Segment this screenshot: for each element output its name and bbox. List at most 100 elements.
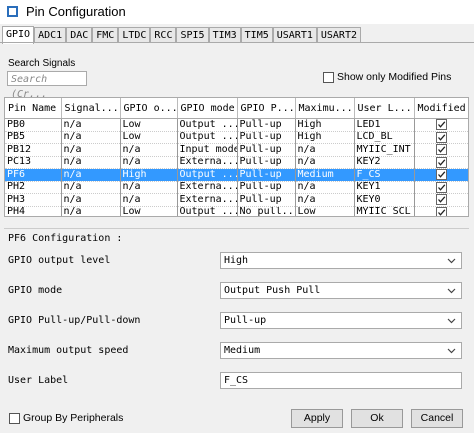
gpio-pull-cell: Pull-up	[237, 156, 296, 169]
app-icon	[7, 6, 18, 17]
col-modified[interactable]: Modified	[414, 98, 468, 119]
chevron-down-icon	[447, 348, 456, 354]
table-row[interactable]: PB0 n/a Low Output ... Pull-up High LED1	[5, 118, 468, 132]
table-header-row: Pin Name Signal... GPIO o... GPIO mode G…	[5, 98, 468, 119]
tab-tim3[interactable]: TIM3	[208, 27, 241, 43]
table-row[interactable]: PB12 n/a n/a Input mode Pull-up n/a MYIIC_INT	[5, 143, 468, 157]
gpio-mode-cell: Output ...	[177, 131, 238, 144]
max-speed-cell: Medium	[295, 168, 355, 182]
col-gpio-output[interactable]: GPIO o...	[120, 98, 178, 119]
modified-cell	[414, 168, 468, 182]
gpio-output-cell: Low	[120, 131, 178, 144]
gpio-mode-cell: Externa...	[177, 156, 238, 169]
signal-cell: n/a	[61, 118, 121, 132]
pull-select[interactable]: Pull-up	[220, 312, 462, 329]
output-level-label: GPIO output level	[8, 255, 111, 266]
signal-cell: n/a	[61, 193, 121, 207]
signal-cell: n/a	[61, 156, 121, 169]
checkmark-icon	[437, 171, 445, 178]
modified-checkbox[interactable]	[435, 194, 447, 205]
gpio-mode-cell: Externa...	[177, 181, 238, 194]
checkmark-icon	[437, 158, 445, 166]
table-row[interactable]: PH3 n/a n/a Externa... Pull-up n/a KEY0	[5, 193, 468, 207]
user-label-cell: LED1	[354, 118, 415, 132]
max-speed-cell: Low	[295, 206, 355, 216]
max-speed-cell: n/a	[295, 143, 355, 157]
title-bar: Pin Configuration	[0, 0, 474, 24]
cancel-button[interactable]: Cancel	[411, 409, 463, 428]
table-row[interactable]: PC13 n/a n/a Externa... Pull-up n/a KEY2	[5, 156, 468, 169]
tab-usart1[interactable]: USART1	[272, 27, 317, 43]
modified-checkbox[interactable]	[435, 181, 447, 193]
user-label-label: User Label	[8, 375, 69, 386]
gpio-output-cell: Low	[120, 118, 178, 132]
speed-select[interactable]: Medium	[220, 342, 462, 359]
signal-cell: n/a	[61, 181, 121, 194]
modified-checkbox[interactable]	[435, 144, 447, 155]
speed-value: Medium	[224, 345, 261, 356]
user-label-cell: KEY0	[354, 193, 415, 207]
modified-checkbox[interactable]	[435, 119, 447, 130]
max-speed-cell: n/a	[295, 181, 355, 194]
checkmark-icon	[437, 146, 445, 153]
pin-name-cell: PC13	[5, 156, 62, 169]
search-input[interactable]: Search (Cr...	[7, 71, 87, 100]
table-row[interactable]: PH2 n/a n/a Externa... Pull-up n/a KEY1	[5, 181, 468, 194]
gpio-output-cell: High	[120, 168, 178, 182]
checkmark-icon	[437, 183, 445, 191]
table-row[interactable]: PF6 n/a High Output ... Pull-up Medium F_CS	[5, 168, 468, 182]
pin-name-cell: PH4	[5, 206, 62, 216]
tab-tim5[interactable]: TIM5	[240, 27, 273, 43]
modified-checkbox[interactable]	[435, 156, 447, 168]
gpio-pull-cell: Pull-up	[237, 168, 296, 182]
col-pin-name[interactable]: Pin Name	[5, 98, 62, 119]
table-row[interactable]: PH4 n/a Low Output ... No pull... Low MYIIC_SC…	[5, 206, 468, 216]
ok-button[interactable]: Ok	[351, 409, 403, 428]
tab-ltdc[interactable]: LTDC	[118, 27, 151, 43]
tab-rcc[interactable]: RCC	[150, 27, 177, 43]
gpio-mode-cell: Output ...	[177, 118, 238, 132]
gpio-output-cell: n/a	[120, 156, 178, 169]
apply-button[interactable]: Apply	[291, 409, 343, 428]
checkmark-icon	[437, 196, 445, 203]
modified-cell	[414, 181, 468, 194]
output-level-value: High	[224, 255, 249, 266]
tab-spi5[interactable]: SPI5	[176, 27, 209, 43]
modified-cell	[414, 156, 468, 169]
output-level-select[interactable]: High	[220, 252, 462, 269]
signal-cell: n/a	[61, 143, 121, 157]
max-speed-cell: n/a	[295, 193, 355, 207]
footer-bar: Group By Peripherals Apply Ok Cancel	[0, 404, 474, 433]
tab-usart2[interactable]: USART2	[316, 27, 361, 43]
show-modified-box[interactable]	[323, 71, 334, 83]
tab-adc1[interactable]: ADC1	[34, 27, 67, 43]
modified-checkbox[interactable]	[435, 169, 447, 180]
col-user-label[interactable]: User L...	[354, 98, 415, 119]
group-by-label: Group By Peripherals	[23, 412, 124, 424]
col-gpio-pull[interactable]: GPIO P...	[237, 98, 296, 119]
max-speed-cell: High	[295, 118, 355, 132]
group-by-box[interactable]	[9, 412, 20, 424]
col-gpio-mode[interactable]: GPIO mode	[177, 98, 238, 119]
col-max-speed[interactable]: Maximu...	[295, 98, 355, 119]
col-signal[interactable]: Signal...	[61, 98, 121, 119]
pull-value: Pull-up	[224, 315, 267, 326]
pin-name-cell: PF6	[5, 168, 62, 182]
show-modified-checkbox[interactable]: Show only Modified Pins	[323, 71, 451, 83]
modified-checkbox[interactable]	[435, 131, 447, 143]
gpio-output-cell: n/a	[120, 193, 178, 207]
max-speed-cell: High	[295, 131, 355, 144]
user-label-input[interactable]: F_CS	[220, 372, 462, 389]
window-title: Pin Configuration	[26, 4, 126, 19]
pin-name-cell: PB12	[5, 143, 62, 157]
gpio-pull-cell: No pull...	[237, 206, 296, 216]
gpio-mode-select[interactable]: Output Push Pull	[220, 282, 462, 299]
group-by-checkbox[interactable]: Group By Peripherals	[9, 412, 123, 424]
modified-checkbox[interactable]	[435, 206, 447, 216]
tab-fmc[interactable]: FMC	[92, 27, 119, 43]
table-row[interactable]: PB5 n/a Low Output ... Pull-up High LCD_BL	[5, 131, 468, 144]
gpio-mode-cell: Output ...	[177, 206, 238, 216]
tab-dac[interactable]: DAC	[66, 27, 93, 43]
pin-table: Pin Name Signal... GPIO o... GPIO mode G…	[4, 97, 469, 217]
tab-divider	[0, 42, 474, 43]
